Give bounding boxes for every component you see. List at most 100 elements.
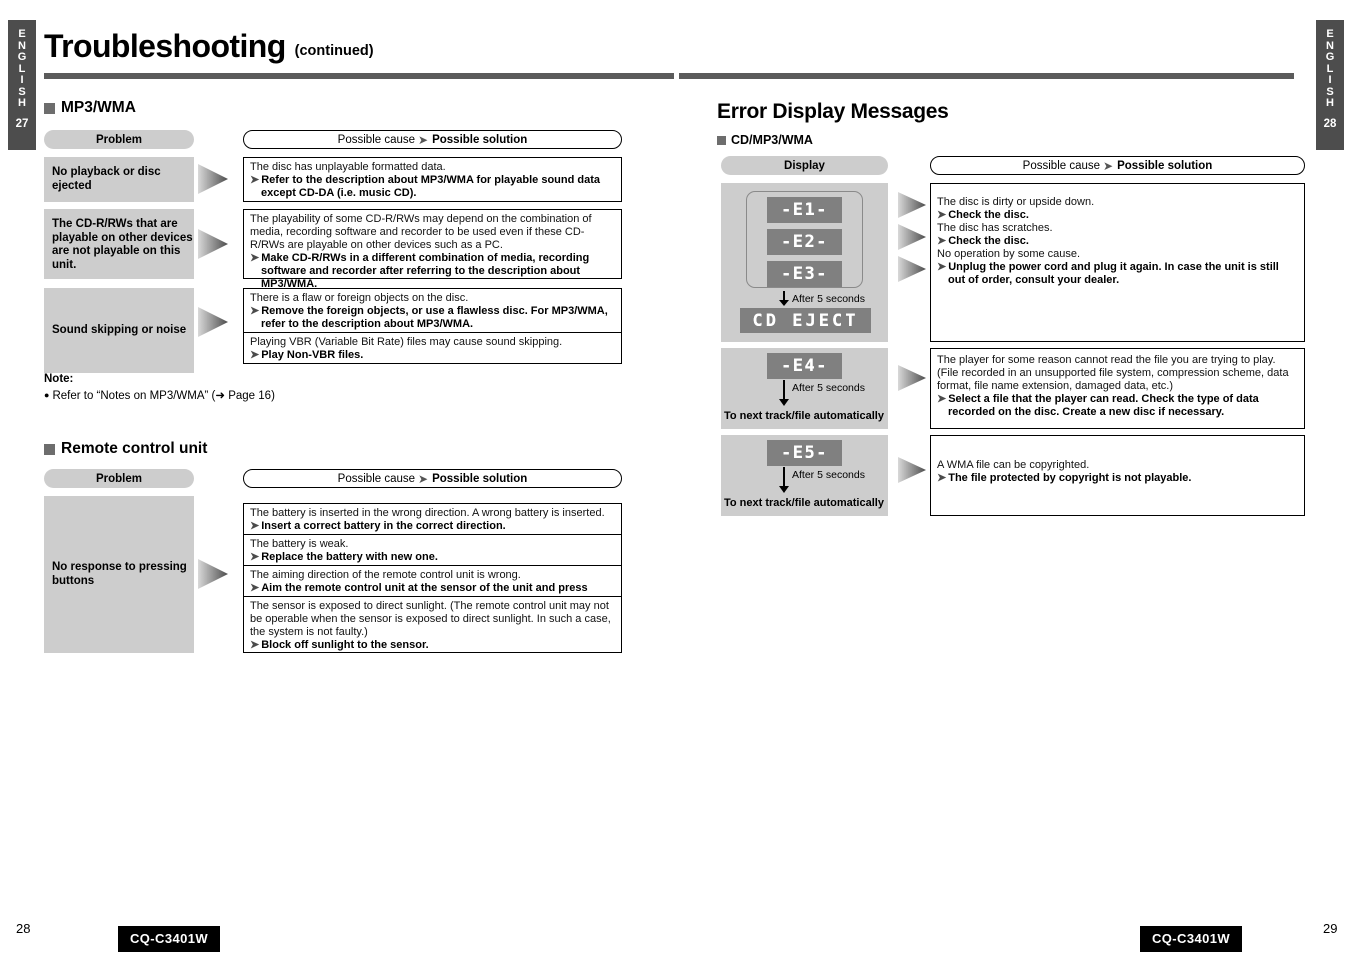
bullet-icon: ● [44, 390, 50, 400]
answer-box: The disc is dirty or upside down. ➤ Check… [930, 183, 1305, 342]
flow-arrow-icon [898, 455, 928, 489]
arrow-right-icon: ➤ [1103, 158, 1114, 173]
problem-cell: No playback or disc ejected [44, 157, 194, 202]
cause-plain-label: Possible cause [337, 472, 416, 485]
arrow-right-icon: ➤ [250, 305, 260, 317]
answer-box: The battery is weak. ➤ Replace the batter… [243, 534, 622, 566]
section-heading-remote-label: Remote control unit [61, 440, 208, 457]
problem-cell: The CD-R/RWs that are playable on other … [44, 209, 194, 279]
side-tab-left-number: 27 [15, 117, 29, 130]
answer-box: The battery is inserted in the wrong dir… [243, 503, 622, 535]
arrow-right-icon: ➤ [250, 349, 260, 361]
flow-arrow-icon [898, 254, 928, 288]
header-rule-right [679, 73, 1294, 79]
down-arrow-icon [779, 467, 789, 493]
solution-text: ➤ Replace the battery with new one. [250, 551, 438, 563]
after-5-seconds-row: After 5 seconds [778, 291, 865, 306]
solution-text: ➤ Block off sunlight to the sensor. [250, 639, 429, 651]
page-number-left: 28 [16, 921, 31, 936]
model-badge-left: CQ-C3401W [118, 926, 221, 952]
flow-arrow-icon [198, 557, 228, 591]
header-rule-left [44, 73, 674, 79]
flow-arrow-icon [198, 305, 228, 339]
lcd-code-e1: -E1- [767, 197, 842, 223]
solution-text: ➤ The file protected by copyright is not … [937, 472, 1192, 484]
solution-text: ➤ Check the disc. [937, 209, 1029, 221]
arrow-right-icon: ➤ [250, 520, 260, 532]
column-header-cause-remote: Possible cause ➤ Possible solution [243, 469, 622, 488]
after-5-seconds-row: After 5 seconds [778, 467, 865, 493]
solution-text: ➤ Select a file that the player can read.… [937, 393, 1259, 418]
solution-text: ➤ Check the disc. [937, 235, 1029, 247]
arrow-right-icon: ➤ [937, 235, 947, 247]
arrow-right-icon: ➤ [418, 471, 429, 486]
note-body: ● Refer to “Notes on MP3/WMA” (➜ Page 16) [44, 390, 275, 402]
answer-box: The sensor is exposed to direct sunlight… [243, 596, 622, 653]
lcd-cd-eject: CD EJECT [740, 308, 871, 333]
page-title-continued: (continued) [294, 43, 374, 59]
note-title: Note: [44, 373, 74, 385]
side-tab-left: E N G L I S H 27 [8, 20, 36, 150]
answer-box: The aiming direction of the remote contr… [243, 565, 622, 607]
column-header-problem-mp3: Problem [44, 130, 194, 149]
flow-arrow-icon [898, 190, 928, 224]
column-header-problem-remote: Problem [44, 469, 194, 488]
solution-text: ➤ Refer to the description about MP3/WMA … [250, 174, 601, 199]
answer-box: The playability of some CD-R/RWs may dep… [243, 209, 622, 290]
auto-next-track-label: To next track/file automatically [724, 497, 884, 509]
cause-plain-label: Possible cause [337, 133, 416, 146]
answer-box: There is a flaw or foreign objects on th… [243, 288, 622, 333]
page-title: Troubleshooting (continued) [44, 30, 374, 62]
down-arrow-icon [779, 380, 789, 406]
lcd-code-e5: -E5- [767, 440, 842, 466]
lcd-code-e3: -E3- [767, 261, 842, 287]
flow-arrow-icon [898, 222, 928, 256]
page-number-right: 29 [1323, 921, 1338, 936]
side-tab-right-lang: E [1326, 28, 1334, 40]
solution-text: ➤ Play Non-VBR files. [250, 349, 364, 361]
section-heading-remote: Remote control unit [44, 440, 207, 458]
column-header-cause-mp3: Possible cause ➤ Possible solution [243, 130, 622, 149]
arrow-right-icon: ➤ [250, 582, 260, 594]
auto-next-track-label: To next track/file automatically [724, 410, 884, 422]
column-header-cause-errors: Possible cause ➤ Possible solution [930, 156, 1305, 175]
side-tab-left-lang: E [18, 28, 26, 40]
down-arrow-icon [779, 291, 789, 306]
model-badge-right: CQ-C3401W [1140, 926, 1243, 952]
arrow-right-icon: ➤ [250, 252, 260, 264]
arrow-right-icon: ➤ [250, 639, 260, 651]
display-panel-group3: -E5- After 5 seconds To next track/file … [721, 435, 888, 516]
solution-text: ➤ Insert a correct battery in the correct… [250, 520, 506, 532]
answer-box: Playing VBR (Variable Bit Rate) files ma… [243, 332, 622, 364]
solution-bold-label: Possible solution [432, 472, 528, 485]
arrow-right-icon: ➤ [250, 174, 260, 186]
error-messages-heading: Error Display Messages [717, 100, 949, 123]
lcd-code-e2: -E2- [767, 229, 842, 255]
answer-box: The player for some reason cannot read t… [930, 348, 1305, 429]
subheading-label: CD/MP3/WMA [731, 133, 813, 147]
answer-box: The disc has unplayable formatted data. … [243, 157, 622, 202]
solution-text: ➤ Make CD-R/RWs in a different combinatio… [250, 252, 590, 290]
display-panel-group2: -E4- After 5 seconds To next track/file … [721, 348, 888, 429]
display-panel-group1: -E1- -E2- -E3- After 5 seconds CD EJECT [721, 183, 888, 342]
side-tab-right-number: 28 [1323, 117, 1337, 130]
section-heading-mp3wma-label: MP3/WMA [61, 99, 136, 116]
solution-bold-label: Possible solution [432, 133, 528, 146]
square-bullet-icon [44, 443, 55, 455]
cause-plain-label: Possible cause [1022, 159, 1101, 172]
arrow-right-icon: ➤ [937, 261, 947, 273]
problem-cell: No response to pressing buttons [44, 496, 194, 653]
section-heading-mp3wma: MP3/WMA [44, 99, 136, 117]
square-bullet-icon [44, 102, 55, 114]
arrow-right-icon: ➤ [937, 472, 947, 484]
arrow-right-icon: ➤ [250, 551, 260, 563]
subheading-cd-mp3-wma: CD/MP3/WMA [717, 133, 813, 147]
page-title-text: Troubleshooting [44, 28, 286, 64]
side-tab-right: E N G L I S H 28 [1316, 20, 1344, 150]
arrow-right-icon: ➤ [937, 209, 947, 221]
flow-arrow-icon [898, 363, 928, 397]
square-bullet-icon [717, 135, 726, 145]
after-5-seconds-row: After 5 seconds [778, 380, 865, 406]
solution-text: ➤ Remove the foreign objects, or use a fl… [250, 305, 608, 330]
lcd-code-e4: -E4- [767, 353, 842, 379]
